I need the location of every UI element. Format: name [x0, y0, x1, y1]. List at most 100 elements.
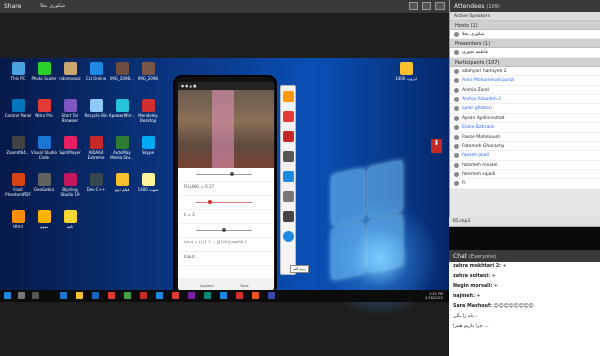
desktop-icon-label: CLI Online: [85, 76, 107, 81]
participant-row[interactable]: Arshia Zarei: [450, 85, 600, 95]
participant-row[interactable]: aylar ghobari: [450, 104, 600, 114]
desktop-folder[interactable]: ایروپ 1400: [392, 62, 420, 81]
app-icon[interactable]: [268, 292, 275, 299]
participant-row[interactable]: fatemeh molaei: [450, 160, 600, 171]
desktop-icon[interactable]: ثانیه: [56, 210, 84, 229]
slider-row-k[interactable]: k = 2: [178, 210, 274, 224]
slider-row-filling[interactable]: FILLING = 0.17: [178, 182, 274, 196]
desktop-icon[interactable]: صوت 1400: [134, 173, 162, 192]
desktop-icon[interactable]: SpotPlayer: [56, 136, 84, 155]
app-icon[interactable]: [124, 292, 131, 299]
taskview-icon[interactable]: [32, 292, 39, 299]
desktop-icon[interactable]: Control Panel: [4, 99, 32, 118]
desktop-icon[interactable]: Mendeley Desktop: [134, 99, 162, 123]
screen-mirror-icon[interactable]: [282, 171, 294, 182]
participants-header[interactable]: Participants (107): [450, 57, 600, 67]
desktop-icon[interactable]: IMG_2098: [134, 62, 162, 81]
desktop-icon[interactable]: CLI Online: [82, 62, 110, 81]
participant-row[interactable]: allahyari hamiyeh 2: [450, 66, 600, 77]
app-icon[interactable]: [204, 292, 211, 299]
store-icon[interactable]: [92, 292, 99, 299]
participant-row[interactable]: Aysan Aydinnezhat: [450, 113, 600, 124]
participant-row[interactable]: fatemeh sajadi: [450, 170, 600, 180]
person-icon: [454, 32, 459, 37]
nav-algebra[interactable]: Algebra: [200, 284, 214, 288]
explorer-icon[interactable]: [76, 292, 83, 299]
app-icon[interactable]: [108, 292, 115, 299]
desktop-icon[interactable]: Nitro Pro: [30, 99, 58, 118]
app-icon[interactable]: [172, 292, 179, 299]
desktop-icon[interactable]: Dev-C++: [82, 173, 110, 192]
desktop-icon[interactable]: ZoomIt64...: [4, 136, 32, 155]
desktop-icon[interactable]: AutoPlay Media Stu...: [108, 136, 136, 160]
chat-sender: zahra soltani:: [453, 274, 491, 279]
record-icon[interactable]: [282, 111, 294, 122]
desktop-icon[interactable]: AIDA64 Extreme: [82, 136, 110, 160]
attendees-title: Attendees: [454, 3, 485, 10]
app-icon[interactable]: [156, 292, 163, 299]
participant-row[interactable]: Amir Mohammad parizi: [450, 76, 600, 86]
desktop-icon[interactable]: Photo Scaler: [30, 62, 58, 81]
presenter-row[interactable]: فاطمه نجوری: [450, 48, 600, 58]
desktop-icon[interactable]: Foxit PhantomPDF: [4, 173, 32, 197]
desktop-icon[interactable]: Bijoring Studio 19: [56, 173, 84, 197]
desktop-icon[interactable]: Html: [4, 210, 32, 229]
chat-text: +: [493, 284, 498, 289]
start-icon[interactable]: [4, 292, 11, 299]
app-icon[interactable]: [140, 292, 147, 299]
edge-icon[interactable]: [60, 292, 67, 299]
menu-icon[interactable]: [435, 2, 445, 10]
pen-icon[interactable]: [282, 191, 294, 202]
input-row[interactable]: Input...: [178, 252, 274, 266]
slider-row[interactable]: [178, 168, 274, 182]
desktop-icon[interactable]: GeoGebra: [30, 173, 58, 192]
slider-row[interactable]: [178, 224, 274, 238]
app-icon[interactable]: [252, 292, 259, 299]
participant-row[interactable]: Faeze Mahmoudi: [450, 132, 600, 142]
gear-icon[interactable]: [282, 151, 294, 162]
desktop-icon[interactable]: سوم: [30, 210, 58, 229]
participant-row[interactable]: Elahe Bahraini: [450, 123, 600, 133]
participant-row[interactable]: Arshia Alizadeh 2: [450, 94, 600, 105]
fullscreen-icon[interactable]: [422, 2, 431, 10]
desktop-icon[interactable]: Skype: [134, 136, 162, 155]
slider-row[interactable]: [178, 196, 274, 210]
participant-row[interactable]: faezeh jalali: [450, 151, 600, 161]
desktop-icon[interactable]: ApowerMirr...: [108, 99, 136, 118]
app-icon[interactable]: [188, 292, 195, 299]
app-icon: [89, 99, 103, 112]
host-row[interactable]: شکوری بجلا: [450, 30, 600, 40]
user-icon[interactable]: [282, 231, 294, 242]
app-icon[interactable]: [220, 292, 227, 299]
hosts-header[interactable]: Hosts (1): [450, 21, 600, 30]
desktop-icon[interactable]: Recycle Bin: [82, 99, 110, 118]
desktop-icon[interactable]: Visual Studio Code: [30, 136, 58, 160]
desktop-icon[interactable]: This PC: [4, 62, 32, 81]
participant-name: fatemeh sajadi: [462, 172, 496, 178]
desktop-icon[interactable]: فیلم دوم: [108, 173, 136, 192]
search-icon[interactable]: [18, 292, 25, 299]
participant-row[interactable]: Fatemeh Ghorashy: [450, 141, 600, 152]
person-icon: [454, 115, 459, 121]
desktop-icon[interactable]: IMG_2098...: [108, 62, 136, 81]
red-down-arrow-icon[interactable]: ⬇: [431, 139, 442, 153]
nav-tools[interactable]: Tools: [240, 284, 249, 288]
person-icon: [454, 68, 459, 74]
pointer-icon[interactable]: [282, 91, 294, 102]
settings-icon[interactable]: [282, 211, 294, 222]
video-icon[interactable]: [282, 131, 294, 142]
app-icon: [115, 62, 129, 75]
app-icon: [63, 173, 77, 186]
app-icon: [11, 136, 25, 149]
desktop-icon[interactable]: Start Tor Browser: [56, 99, 84, 123]
desktop-icon[interactable]: ndomosaic: [56, 62, 84, 81]
formula-row[interactable]: r(x,c) = {[ (1 + ... ]/(1+k)] cos(5t) ]: [178, 238, 274, 252]
presenters-header[interactable]: Presenters (1): [450, 39, 600, 49]
app-icon[interactable]: [236, 292, 243, 299]
participant-row[interactable]: Fr: [450, 179, 600, 189]
slider-label: FILLING = 0.17: [184, 184, 215, 189]
camera-view: [178, 90, 274, 168]
phone-mirror-window: ● ● ▲ ■ FILLING = 0.17 k = 2 r(x,c) = {[…: [173, 75, 277, 295]
screen-icon[interactable]: [409, 2, 418, 10]
system-tray[interactable]: 3:42 PM 2/16/2022: [425, 292, 443, 300]
